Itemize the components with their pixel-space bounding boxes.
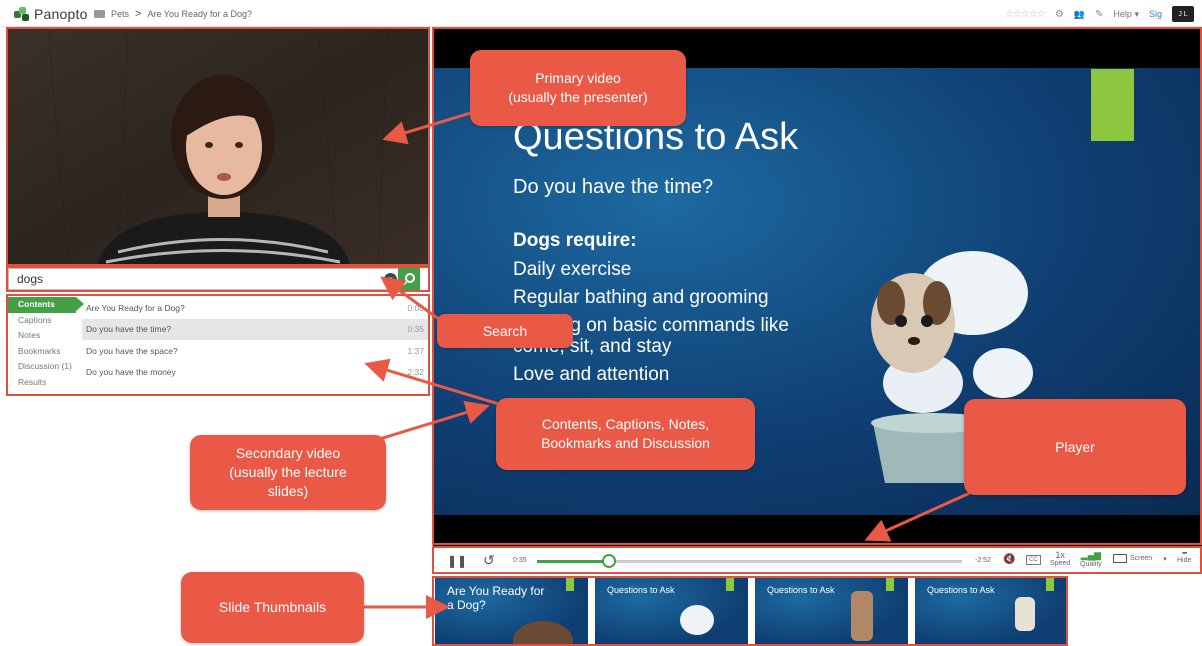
arrow (364, 358, 503, 407)
callout-search: Search (437, 314, 573, 348)
callout-secondary-video: Secondary video (usually the lecture sli… (190, 435, 386, 510)
arrow (380, 276, 441, 322)
callout-slide-thumbnails: Slide Thumbnails (181, 572, 364, 643)
callout-player: Player (964, 399, 1186, 495)
callout-contents: Contents, Captions, Notes, Bookmarks and… (496, 398, 755, 470)
arrow (382, 110, 475, 145)
panopto-viewer: Panopto Pets > Are You Ready for a Dog? … (0, 0, 1202, 646)
callout-primary-video: Primary video (usually the presenter) (470, 50, 686, 126)
arrow (864, 490, 973, 542)
